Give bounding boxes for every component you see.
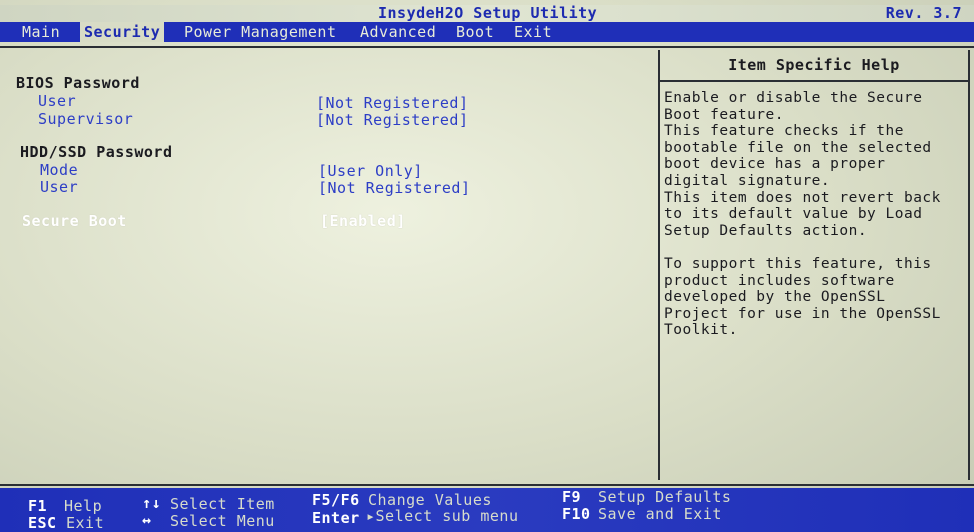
menu-tab-boot[interactable]: Boot (452, 22, 498, 42)
menu-tab-power-management[interactable]: Power Management (180, 22, 341, 42)
help-line: developed by the OpenSSL (664, 289, 886, 306)
help-line: digital signature. (664, 172, 831, 189)
help-line: This feature checks if the (664, 123, 904, 140)
help-line: product includes software (664, 272, 895, 289)
f9-desc: Setup Defaults (598, 488, 732, 506)
bios-user-label[interactable]: User (38, 92, 76, 110)
bios-supervisor-label[interactable]: Supervisor (38, 110, 133, 128)
help-line: This item does not revert back (664, 189, 941, 206)
help-pane: Item Specific Help Enable or disable the… (658, 50, 970, 480)
key-bar: F1 Help ESC Exit ↑↓ Select Item ↔ Select… (0, 488, 974, 532)
hdd-user-label[interactable]: User (40, 178, 78, 196)
help-line: Toolkit. (664, 322, 738, 339)
help-line: to its default value by Load (664, 206, 923, 223)
f10-key: F10 (562, 505, 591, 523)
enter-desc: ▸Select sub menu (366, 507, 519, 525)
menu-tab-main[interactable]: Main (18, 22, 64, 42)
app-title: InsydeH2O Setup Utility (378, 4, 598, 22)
enter-key: Enter (312, 509, 360, 527)
help-body: Enable or disable the Secure Boot feature… (660, 82, 968, 339)
menu-bar: Main Security Power Management Advanced … (0, 22, 974, 42)
help-line: bootable file on the selected (664, 139, 932, 156)
f9-key: F9 (562, 488, 582, 506)
updown-desc: Select Item (170, 495, 275, 513)
help-line: Project for use in the OpenSSL (664, 305, 941, 322)
help-line: Enable or disable the Secure (664, 90, 923, 106)
help-line: boot device has a proper (664, 156, 886, 173)
hdd-user-value: [Not Registered] (318, 179, 471, 197)
help-line: Boot feature. (664, 106, 784, 123)
leftright-desc: Select Menu (170, 512, 275, 530)
section-title-bios-password: BIOS Password (16, 74, 140, 92)
esc-desc: Exit (66, 514, 105, 532)
esc-key: ESC (28, 514, 57, 532)
menu-tab-security[interactable]: Security (80, 22, 165, 42)
f10-desc: Save and Exit (598, 505, 722, 523)
menu-tab-advanced[interactable]: Advanced (356, 22, 440, 42)
title-bar: InsydeH2O Setup Utility Rev. 3.7 (0, 5, 974, 22)
bios-user-value: [Not Registered] (316, 94, 469, 112)
help-header: Item Specific Help (660, 50, 968, 82)
hdd-mode-label[interactable]: Mode (40, 161, 78, 179)
leftright-arrows-icon: ↔ (142, 511, 152, 529)
revision-label: Rev. 3.7 (885, 4, 962, 22)
secure-boot-value[interactable]: [Enabled] (320, 212, 406, 230)
updown-arrows-icon: ↑↓ (142, 494, 162, 512)
section-title-hdd-password: HDD/SSD Password (20, 143, 173, 161)
f1-key: F1 (28, 497, 48, 515)
help-line: Setup Defaults action. (664, 222, 868, 239)
help-line-blank: ​ (664, 239, 968, 256)
secure-boot-label[interactable]: Secure Boot (22, 212, 127, 230)
help-line: To support this feature, this (664, 255, 932, 272)
menu-tab-exit[interactable]: Exit (510, 22, 556, 42)
settings-pane: BIOS Password User [Not Registered] Supe… (8, 50, 658, 480)
bios-screen: InsydeH2O Setup Utility Rev. 3.7 Main Se… (0, 0, 974, 532)
f1-desc: Help (64, 497, 103, 515)
hdd-mode-value: [User Only] (318, 162, 423, 180)
f5f6-key: F5/F6 (312, 491, 360, 509)
bios-supervisor-value: [Not Registered] (316, 111, 469, 129)
